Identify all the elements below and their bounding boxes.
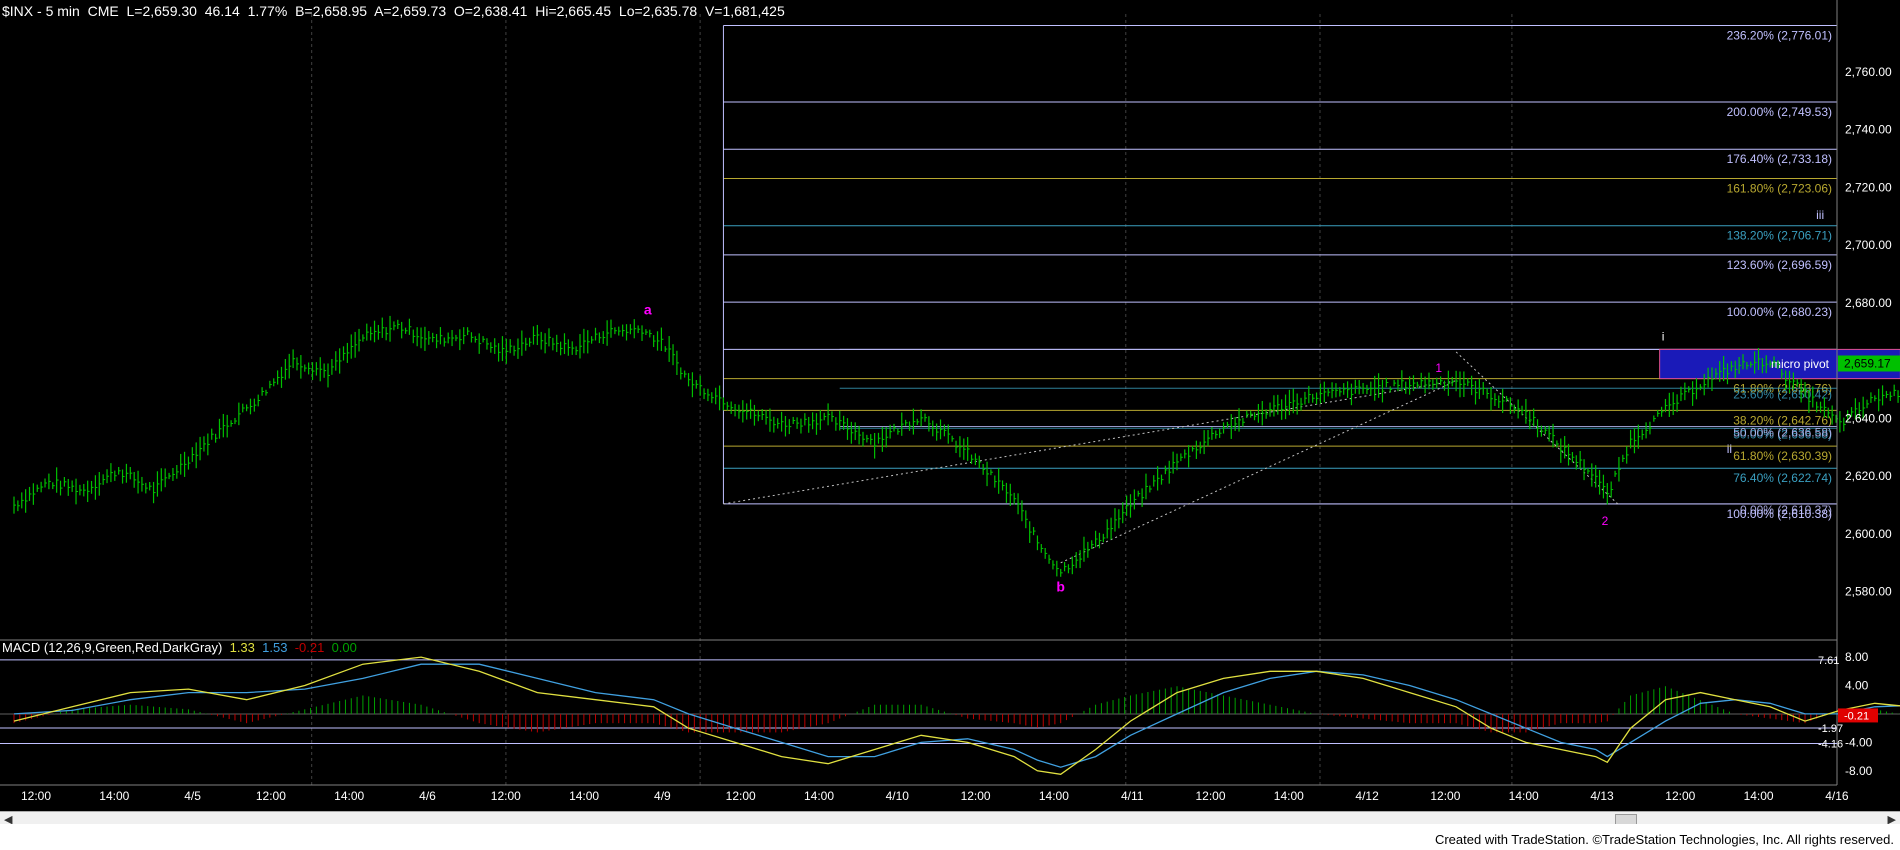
pct-change: 1.77% <box>247 3 288 19</box>
macd-tag: -4.16 <box>1818 739 1843 751</box>
time-tick: 14:00 <box>569 789 599 803</box>
macd-value-3: -0.21 <box>294 640 325 655</box>
time-tick: 14:00 <box>1039 789 1069 803</box>
fib-label: 138.20% (2,706.71) <box>1727 229 1832 243</box>
price-tick: 2,720.00 <box>1845 180 1892 194</box>
time-tick: 4/12 <box>1355 789 1379 803</box>
fib-label: 236.20% (2,776.01) <box>1727 29 1832 43</box>
price-tick: 2,620.00 <box>1845 469 1892 483</box>
price-chart: 236.20% (2,776.01)200.00% (2,749.53)176.… <box>0 0 1900 850</box>
time-tick: 12:00 <box>726 789 756 803</box>
wave-label: ii <box>1727 442 1732 456</box>
symbol-header: $INX - 5 min CME L=2,659.30 46.14 1.77% … <box>2 3 785 19</box>
footer-credit: Created with TradeStation. ©TradeStation… <box>1434 832 1894 847</box>
time-tick: 12:00 <box>491 789 521 803</box>
wave-label: a <box>644 301 652 317</box>
fib-label: 176.40% (2,733.18) <box>1727 152 1832 166</box>
macd-tick: -4.00 <box>1845 735 1873 749</box>
symbol: $INX - 5 min <box>2 3 80 19</box>
time-tick: 14:00 <box>1744 789 1774 803</box>
wave-label: 2 <box>1602 514 1609 528</box>
fib-label: 100.00% (2,680.23) <box>1727 305 1832 319</box>
bid: B=2,658.95 <box>295 3 368 19</box>
current-price-label: 2,659.17 <box>1844 356 1891 370</box>
wave-label: b <box>1056 579 1065 595</box>
fib-label: 61.80% (2,630.39) <box>1733 449 1832 463</box>
time-tick: 12:00 <box>21 789 51 803</box>
fib-label: 161.80% (2,723.06) <box>1727 181 1832 195</box>
exchange: CME <box>87 3 119 19</box>
time-tick: 12:00 <box>1665 789 1695 803</box>
retracement-label: 50.00% (2,636.58) <box>1733 425 1832 439</box>
time-tick: 4/10 <box>886 789 910 803</box>
macd-value-1: 1.33 <box>229 640 255 655</box>
fib-label: 200.00% (2,749.53) <box>1727 105 1832 119</box>
macd-tag: -0.21 <box>1844 710 1869 722</box>
low: Lo=2,635.78 <box>618 3 698 19</box>
fib-label: 76.40% (2,622.74) <box>1733 471 1832 485</box>
price-tick: 2,600.00 <box>1845 527 1892 541</box>
time-tick: 14:00 <box>1509 789 1539 803</box>
net-change: 46.14 <box>204 3 240 19</box>
time-tick: 14:00 <box>804 789 834 803</box>
macd-header: MACD (12,26,9,Green,Red,DarkGray) 1.33 1… <box>2 640 357 655</box>
macd-label: MACD (12,26,9,Green,Red,DarkGray) <box>2 640 223 655</box>
time-tick: 4/6 <box>419 789 436 803</box>
retracement-label: 0.00% (2,610.37) <box>1740 503 1832 517</box>
macd-tag: 7.61 <box>1818 655 1839 667</box>
macd-value-2: 1.53 <box>262 640 288 655</box>
price-tick: 2,640.00 <box>1845 411 1892 425</box>
time-tick: 12:00 <box>961 789 991 803</box>
time-tick: 4/13 <box>1590 789 1614 803</box>
time-tick: 14:00 <box>1274 789 1304 803</box>
time-tick: 12:00 <box>1195 789 1225 803</box>
time-tick: 12:00 <box>256 789 286 803</box>
time-tick: 4/5 <box>184 789 201 803</box>
price-tick: 2,680.00 <box>1845 296 1892 310</box>
time-tick: 14:00 <box>99 789 129 803</box>
high: Hi=2,665.45 <box>535 3 612 19</box>
time-tick: 4/16 <box>1825 789 1849 803</box>
last-price: L=2,659.30 <box>126 3 197 19</box>
open: O=2,638.41 <box>453 3 528 19</box>
price-tick: 2,700.00 <box>1845 238 1892 252</box>
macd-tick: 4.00 <box>1845 679 1869 693</box>
wave-label: i <box>1662 329 1665 343</box>
price-tick: 2,760.00 <box>1845 65 1892 79</box>
fib-label: 123.60% (2,696.59) <box>1727 258 1832 272</box>
time-tick: 14:00 <box>334 789 364 803</box>
macd-tag: -1.97 <box>1818 723 1843 735</box>
ask: A=2,659.73 <box>374 3 447 19</box>
wave-label: 1 <box>1435 361 1442 375</box>
time-tick: 4/11 <box>1121 789 1144 803</box>
macd-tick: -8.00 <box>1845 764 1873 778</box>
macd-tick: 8.00 <box>1845 650 1869 664</box>
macd-value-4: 0.00 <box>331 640 357 655</box>
retracement-label: 23.60% (2,650.42) <box>1733 387 1832 401</box>
price-tick: 2,580.00 <box>1845 585 1892 599</box>
time-tick: 4/9 <box>654 789 671 803</box>
wave-label: iii <box>1816 208 1824 222</box>
volume: V=1,681,425 <box>704 3 785 19</box>
time-tick: 12:00 <box>1430 789 1460 803</box>
price-tick: 2,740.00 <box>1845 123 1892 137</box>
